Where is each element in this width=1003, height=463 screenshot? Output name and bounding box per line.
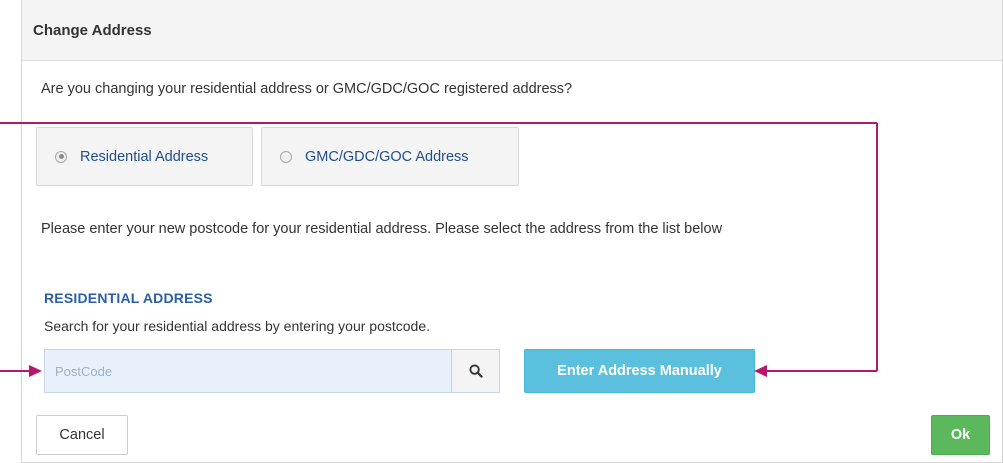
change-address-dialog: Change Address Are you changing your res… — [21, 0, 1003, 463]
address-type-question: Are you changing your residential addres… — [41, 81, 573, 97]
dialog-header: Change Address — [22, 0, 1002, 61]
dialog-title: Change Address — [33, 22, 152, 39]
search-icon — [468, 364, 483, 378]
postcode-search-button[interactable] — [451, 350, 499, 392]
residential-section-title: RESIDENTIAL ADDRESS — [44, 290, 213, 306]
residential-address-option[interactable]: Residential Address — [36, 127, 253, 186]
gmc-address-option[interactable]: GMC/GDC/GOC Address — [261, 127, 519, 186]
cancel-button[interactable]: Cancel — [36, 415, 128, 455]
postcode-instruction: Please enter your new postcode for your … — [41, 221, 723, 237]
postcode-input[interactable] — [45, 350, 451, 392]
ok-button[interactable]: Ok — [931, 415, 990, 455]
postcode-search-group — [44, 349, 500, 393]
residential-help-text: Search for your residential address by e… — [44, 318, 430, 334]
residential-address-label: Residential Address — [80, 148, 209, 165]
radio-unselected-icon[interactable] — [280, 150, 292, 163]
gmc-address-label: GMC/GDC/GOC Address — [305, 148, 469, 165]
radio-selected-icon[interactable] — [55, 150, 67, 163]
enter-address-manually-button[interactable]: Enter Address Manually — [524, 349, 755, 393]
